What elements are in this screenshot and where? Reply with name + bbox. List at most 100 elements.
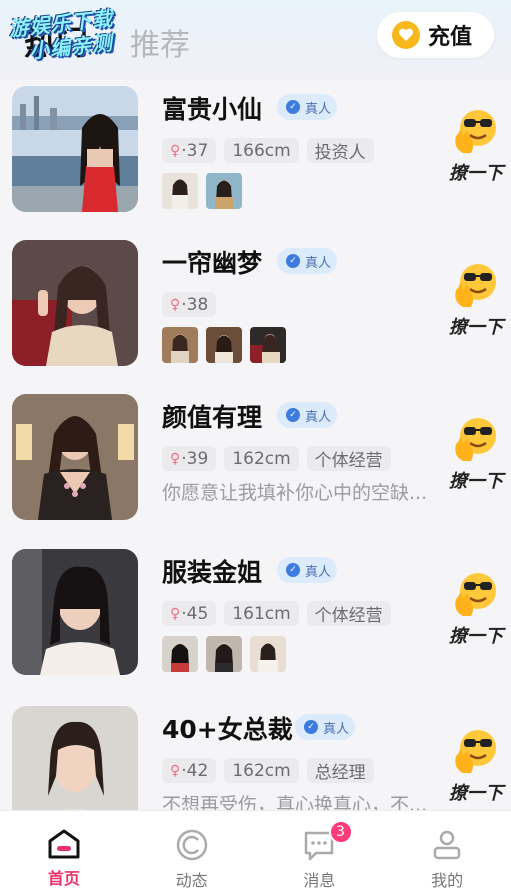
check-badge-icon: ✓	[286, 563, 300, 577]
wave-button[interactable]: 撩一下	[448, 414, 504, 502]
verified-badge: ✓ 真人	[277, 248, 337, 274]
profile-bio: 你愿意让我填补你心中的空缺...	[162, 482, 428, 504]
verified-label: 真人	[305, 255, 332, 271]
age-value: ·45	[181, 603, 209, 624]
verified-label: 真人	[305, 101, 332, 117]
height-tag: 162cm	[224, 758, 299, 783]
age-value: ·38	[181, 294, 209, 315]
age-tag: ♀ ·42	[162, 758, 217, 783]
verified-badge: ✓ 真人	[295, 714, 355, 740]
age-tag: ♀ ·38	[162, 292, 217, 317]
verified-label: 真人	[305, 409, 332, 425]
profile-tags: ♀ ·45 161cm 个体经营	[162, 601, 391, 626]
nav-moments[interactable]: 动态	[128, 811, 256, 895]
sunglasses-emoji-hand-icon	[455, 573, 496, 616]
avatar[interactable]	[12, 394, 138, 520]
age-tag: ♀ ·39	[162, 446, 217, 471]
photo-thumb[interactable]	[206, 636, 242, 672]
recharge-button[interactable]: 充值	[377, 12, 494, 58]
profile-name: 一帘幽梦	[162, 249, 263, 278]
wave-label: 撩一下	[449, 317, 503, 338]
bottom-nav: 首页 动态 3 消息 我的	[0, 810, 511, 895]
avatar[interactable]	[12, 86, 138, 212]
age-tag: ♀ ·37	[162, 138, 217, 163]
recharge-label: 充值	[428, 25, 473, 50]
profile-tags: ♀ ·39 162cm 个体经营	[162, 446, 391, 471]
female-icon: ♀	[170, 450, 181, 467]
nav-messages[interactable]: 3 消息	[256, 811, 384, 895]
check-badge-icon: ✓	[304, 720, 318, 734]
height-tag: 161cm	[224, 601, 299, 626]
verified-badge: ✓ 真人	[277, 402, 337, 428]
profile-name: 颜值有理	[162, 403, 263, 432]
check-badge-icon: ✓	[286, 100, 300, 114]
wave-label: 撩一下	[449, 783, 503, 804]
verified-badge: ✓ 真人	[277, 557, 337, 583]
profile-name: 富贵小仙	[162, 95, 263, 124]
wave-button[interactable]: 撩一下	[448, 726, 504, 810]
sunglasses-emoji-hand-icon	[455, 730, 496, 773]
profile-card[interactable]: 服装金姐 ✓ 真人 ♀ ·45 161cm 个体经营 撩一下	[0, 543, 511, 698]
sunglasses-emoji-hand-icon	[455, 418, 496, 461]
profile-tags: ♀ ·42 162cm 总经理	[162, 758, 374, 783]
profile-card[interactable]: 颜值有理 ✓ 真人 ♀ ·39 162cm 个体经营 你愿意让我填补你心中的空缺.…	[0, 388, 511, 543]
nav-moments-label: 动态	[175, 871, 208, 890]
occupation-tag: 个体经营	[306, 601, 391, 626]
occupation-tag: 投资人	[306, 138, 374, 163]
age-tag: ♀ ·45	[162, 601, 217, 626]
wave-button[interactable]: 撩一下	[448, 106, 504, 194]
photo-thumbnails	[162, 327, 286, 363]
nav-messages-label: 消息	[303, 871, 336, 890]
profile-name: 服装金姐	[162, 558, 263, 587]
profile-name: 40+女总裁	[162, 715, 293, 744]
profile-card[interactable]: 一帘幽梦 ✓ 真人 ♀ ·38 撩一下	[0, 234, 511, 389]
wave-button[interactable]: 撩一下	[448, 260, 504, 348]
photo-thumb[interactable]	[250, 327, 286, 363]
check-badge-icon: ✓	[286, 408, 300, 422]
female-icon: ♀	[170, 605, 181, 622]
wave-button[interactable]: 撩一下	[448, 569, 504, 657]
age-value: ·42	[181, 760, 209, 781]
photo-thumbnails	[162, 173, 242, 209]
avatar[interactable]	[12, 240, 138, 366]
height-tag: 166cm	[224, 138, 299, 163]
nav-mine-label: 我的	[431, 871, 464, 890]
watermark-overlay: 游娱乐下载 小编亲测	[7, 3, 147, 73]
female-icon: ♀	[170, 142, 181, 159]
check-badge-icon: ✓	[286, 254, 300, 268]
sunglasses-emoji-hand-icon	[455, 264, 496, 307]
heart-coin-icon	[392, 21, 420, 49]
female-icon: ♀	[170, 296, 181, 313]
profile-list[interactable]: 富贵小仙 ✓ 真人 ♀ ·37 166cm 投资人 撩一下 一帘幽梦 ✓ 真人 …	[0, 80, 511, 810]
photo-thumb[interactable]	[162, 636, 198, 672]
age-value: ·39	[181, 448, 209, 469]
avatar[interactable]	[12, 549, 138, 675]
profile-card[interactable]: 40+女总裁 ✓ 真人 ♀ ·42 162cm 总经理 不想再受伤，真心换真心，不…	[0, 700, 511, 810]
wave-label: 撩一下	[449, 626, 503, 647]
photo-thumb[interactable]	[206, 173, 242, 209]
profile-bio: 不想再受伤，真心换真心，不...	[162, 794, 428, 810]
profile-tags: ♀ ·38	[162, 292, 217, 317]
wave-label: 撩一下	[449, 471, 503, 492]
nav-mine[interactable]: 我的	[383, 811, 511, 895]
occupation-tag: 总经理	[306, 758, 374, 783]
verified-label: 真人	[323, 721, 350, 737]
photo-thumb[interactable]	[206, 327, 242, 363]
nav-home-label: 首页	[47, 869, 80, 888]
profile-card[interactable]: 富贵小仙 ✓ 真人 ♀ ·37 166cm 投资人 撩一下	[0, 80, 511, 235]
avatar[interactable]	[12, 706, 138, 810]
sunglasses-emoji-hand-icon	[455, 110, 496, 153]
wave-label: 撩一下	[449, 163, 503, 184]
occupation-tag: 个体经营	[306, 446, 391, 471]
photo-thumb[interactable]	[162, 327, 198, 363]
profile-tags: ♀ ·37 166cm 投资人	[162, 138, 374, 163]
nav-home[interactable]: 首页	[0, 811, 128, 895]
photo-thumbnails	[162, 636, 286, 672]
photo-thumb[interactable]	[162, 173, 198, 209]
verified-badge: ✓ 真人	[277, 94, 337, 120]
home-icon	[48, 829, 80, 859]
female-icon: ♀	[170, 762, 181, 779]
person-icon	[433, 830, 461, 860]
age-value: ·37	[181, 140, 209, 161]
photo-thumb[interactable]	[250, 636, 286, 672]
